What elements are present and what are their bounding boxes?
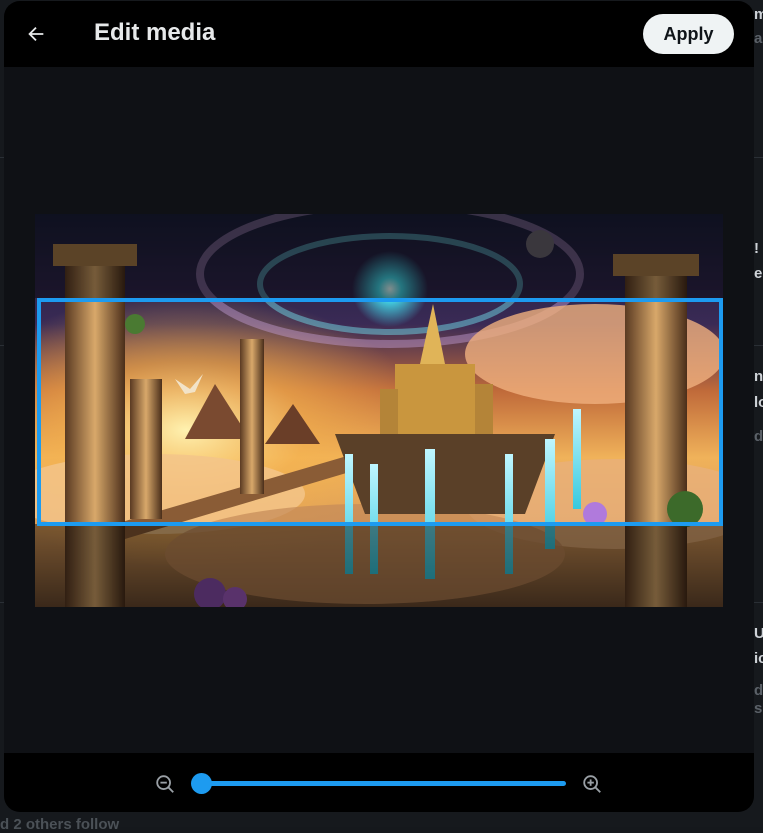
apply-button[interactable]: Apply [643, 14, 734, 54]
zoom-out-icon[interactable] [154, 773, 176, 795]
bg-text-fragment: ! [754, 240, 759, 257]
bg-text-fragment: a [754, 30, 763, 47]
bg-text-fragment: n [754, 368, 763, 385]
bg-text-fragment: di [754, 428, 763, 445]
bg-text-fragment: di [754, 682, 763, 699]
arrow-left-icon [28, 26, 44, 42]
dialog-title: Edit media [94, 19, 216, 46]
zoom-slider-track[interactable] [202, 781, 566, 786]
bg-text-fragment: e [754, 265, 763, 282]
bg-text-fragment: s [754, 700, 763, 717]
zoom-slider-thumb[interactable] [191, 773, 212, 794]
back-button[interactable] [18, 16, 54, 52]
bg-text-fragment: lo [754, 394, 763, 411]
edit-media-dialog: Edit media Apply [4, 1, 754, 812]
media-canvas[interactable] [35, 214, 723, 607]
crop-frame[interactable] [37, 298, 723, 526]
bg-text-fragment: U [754, 625, 763, 642]
bg-text-fragment: m [754, 6, 763, 23]
zoom-in-icon[interactable] [581, 773, 603, 795]
bg-follow-text: d 2 others follow [0, 816, 120, 833]
dialog-header: Edit media Apply [4, 1, 754, 67]
bg-text-fragment: ic [754, 650, 763, 667]
zoom-toolbar [4, 753, 754, 812]
